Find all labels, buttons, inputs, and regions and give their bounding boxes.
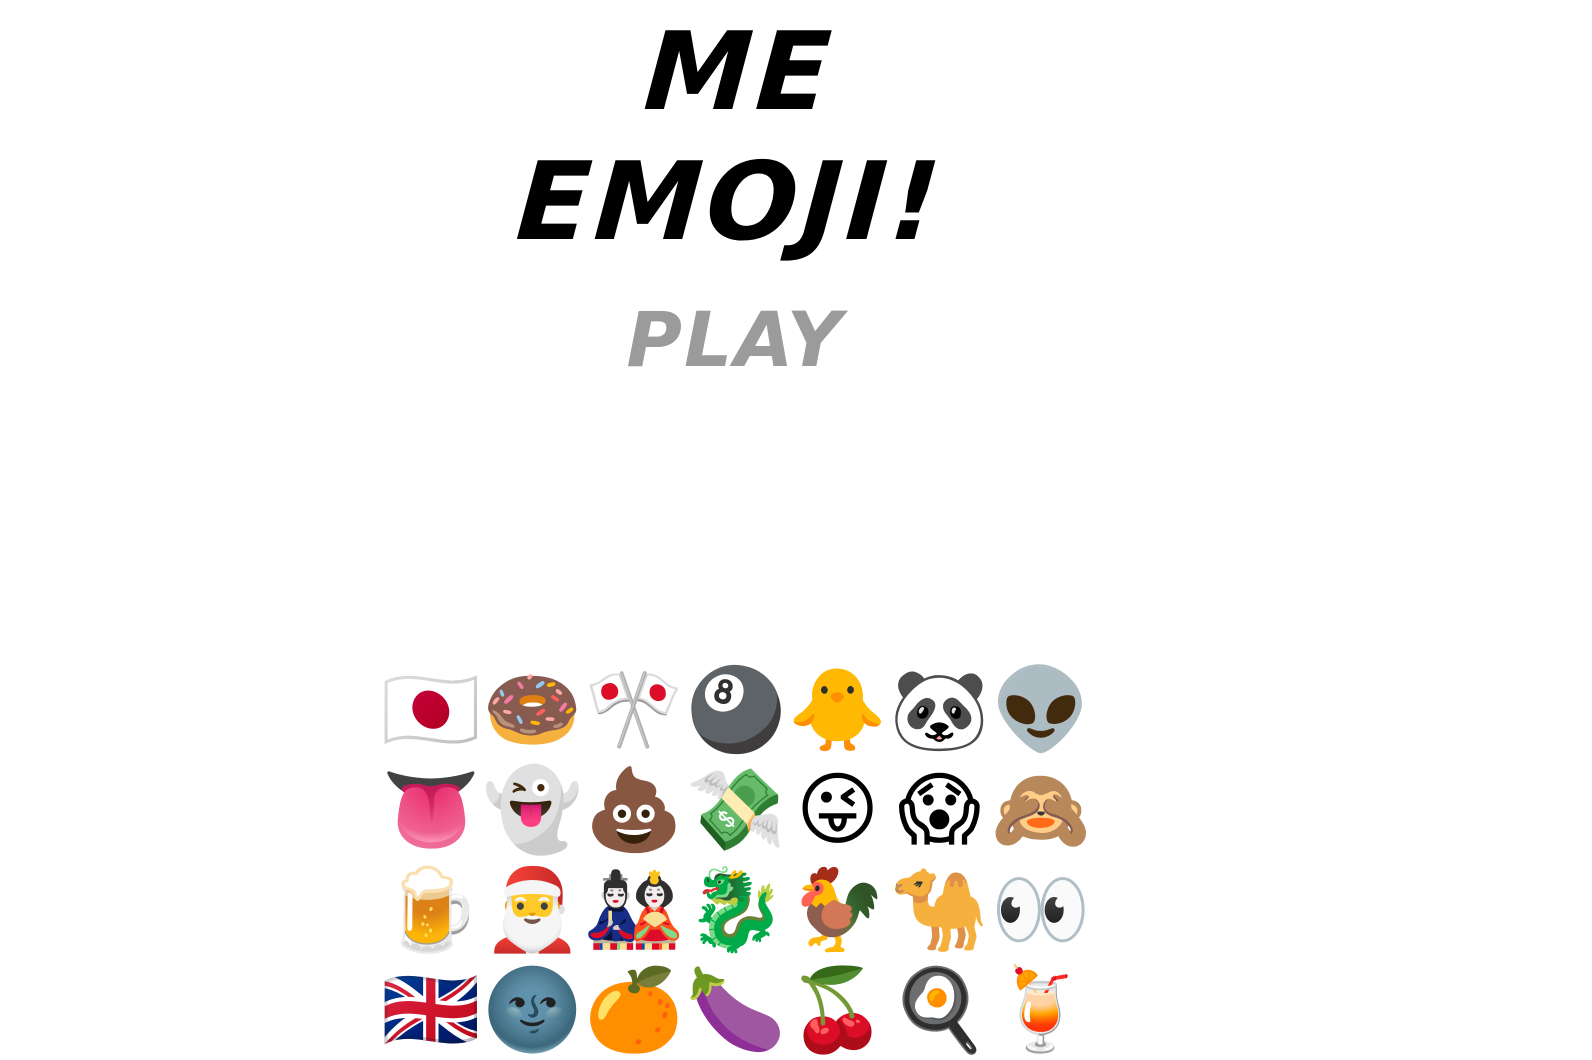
emoji-tongue-icon[interactable]: 👅 xyxy=(380,760,482,860)
emoji-japan-flag-icon[interactable]: 🇯🇵 xyxy=(380,660,482,760)
emoji-tropical-drink-icon[interactable]: 🍹 xyxy=(990,960,1092,1060)
emoji-rooster-icon[interactable]: 🐓 xyxy=(787,860,889,960)
emoji-ghost-icon[interactable]: 👻 xyxy=(482,760,584,860)
emoji-japanese-dolls-icon[interactable]: 🎎 xyxy=(583,860,685,960)
emoji-cherries-icon[interactable]: 🍒 xyxy=(787,960,889,1060)
emoji-orange-circle-icon[interactable]: 🍊 xyxy=(583,960,685,1060)
emoji-santa-claus-icon[interactable]: 🎅 xyxy=(482,860,584,960)
emoji-uk-flag-icon[interactable]: 🇬🇧 xyxy=(380,960,482,1060)
emoji-billiards-8-ball-icon[interactable]: 🎱 xyxy=(685,660,787,760)
emoji-baby-chick-icon[interactable]: 🐥 xyxy=(787,660,889,760)
emoji-grid: 🇯🇵 🍩 🎌 🎱 🐥 🐼 👽 👅 👻 💩 💸 😜 😱 🙈 🍺 🎅 🎎 🐉 🐓 🐪 👀 🇬🇧 🌚 🍊 🍆 🍒 🍳 🍹 xyxy=(380,660,1092,1060)
emoji-doughnut-icon[interactable]: 🍩 xyxy=(482,660,584,760)
emoji-alien-icon[interactable]: 👽 xyxy=(990,660,1092,760)
emoji-dragon-icon[interactable]: 🐉 xyxy=(685,860,787,960)
emoji-crossed-flags-icon[interactable]: 🎌 xyxy=(583,660,685,760)
emoji-camel-icon[interactable]: 🐪 xyxy=(888,860,990,960)
play-button[interactable]: PLAY xyxy=(620,290,850,390)
emoji-money-with-wings-icon[interactable]: 💸 xyxy=(685,760,787,860)
game-title: ME EMOJI! xyxy=(512,10,949,265)
emoji-panda-face-icon[interactable]: 🐼 xyxy=(888,660,990,760)
emoji-pile-of-poo-icon[interactable]: 💩 xyxy=(583,760,685,860)
emoji-winking-face-with-tongue-icon[interactable]: 😜 xyxy=(787,760,889,860)
emoji-face-screaming-in-fear-icon[interactable]: 😱 xyxy=(888,760,990,860)
emoji-eyes-icon[interactable]: 👀 xyxy=(990,860,1092,960)
emoji-see-no-evil-monkey-icon[interactable]: 🙈 xyxy=(990,760,1092,860)
emoji-beer-mug-icon[interactable]: 🍺 xyxy=(380,860,482,960)
emoji-new-moon-face-icon[interactable]: 🌚 xyxy=(482,960,584,1060)
emoji-eggplant-icon[interactable]: 🍆 xyxy=(685,960,787,1060)
emoji-cooking-egg-icon[interactable]: 🍳 xyxy=(888,960,990,1060)
